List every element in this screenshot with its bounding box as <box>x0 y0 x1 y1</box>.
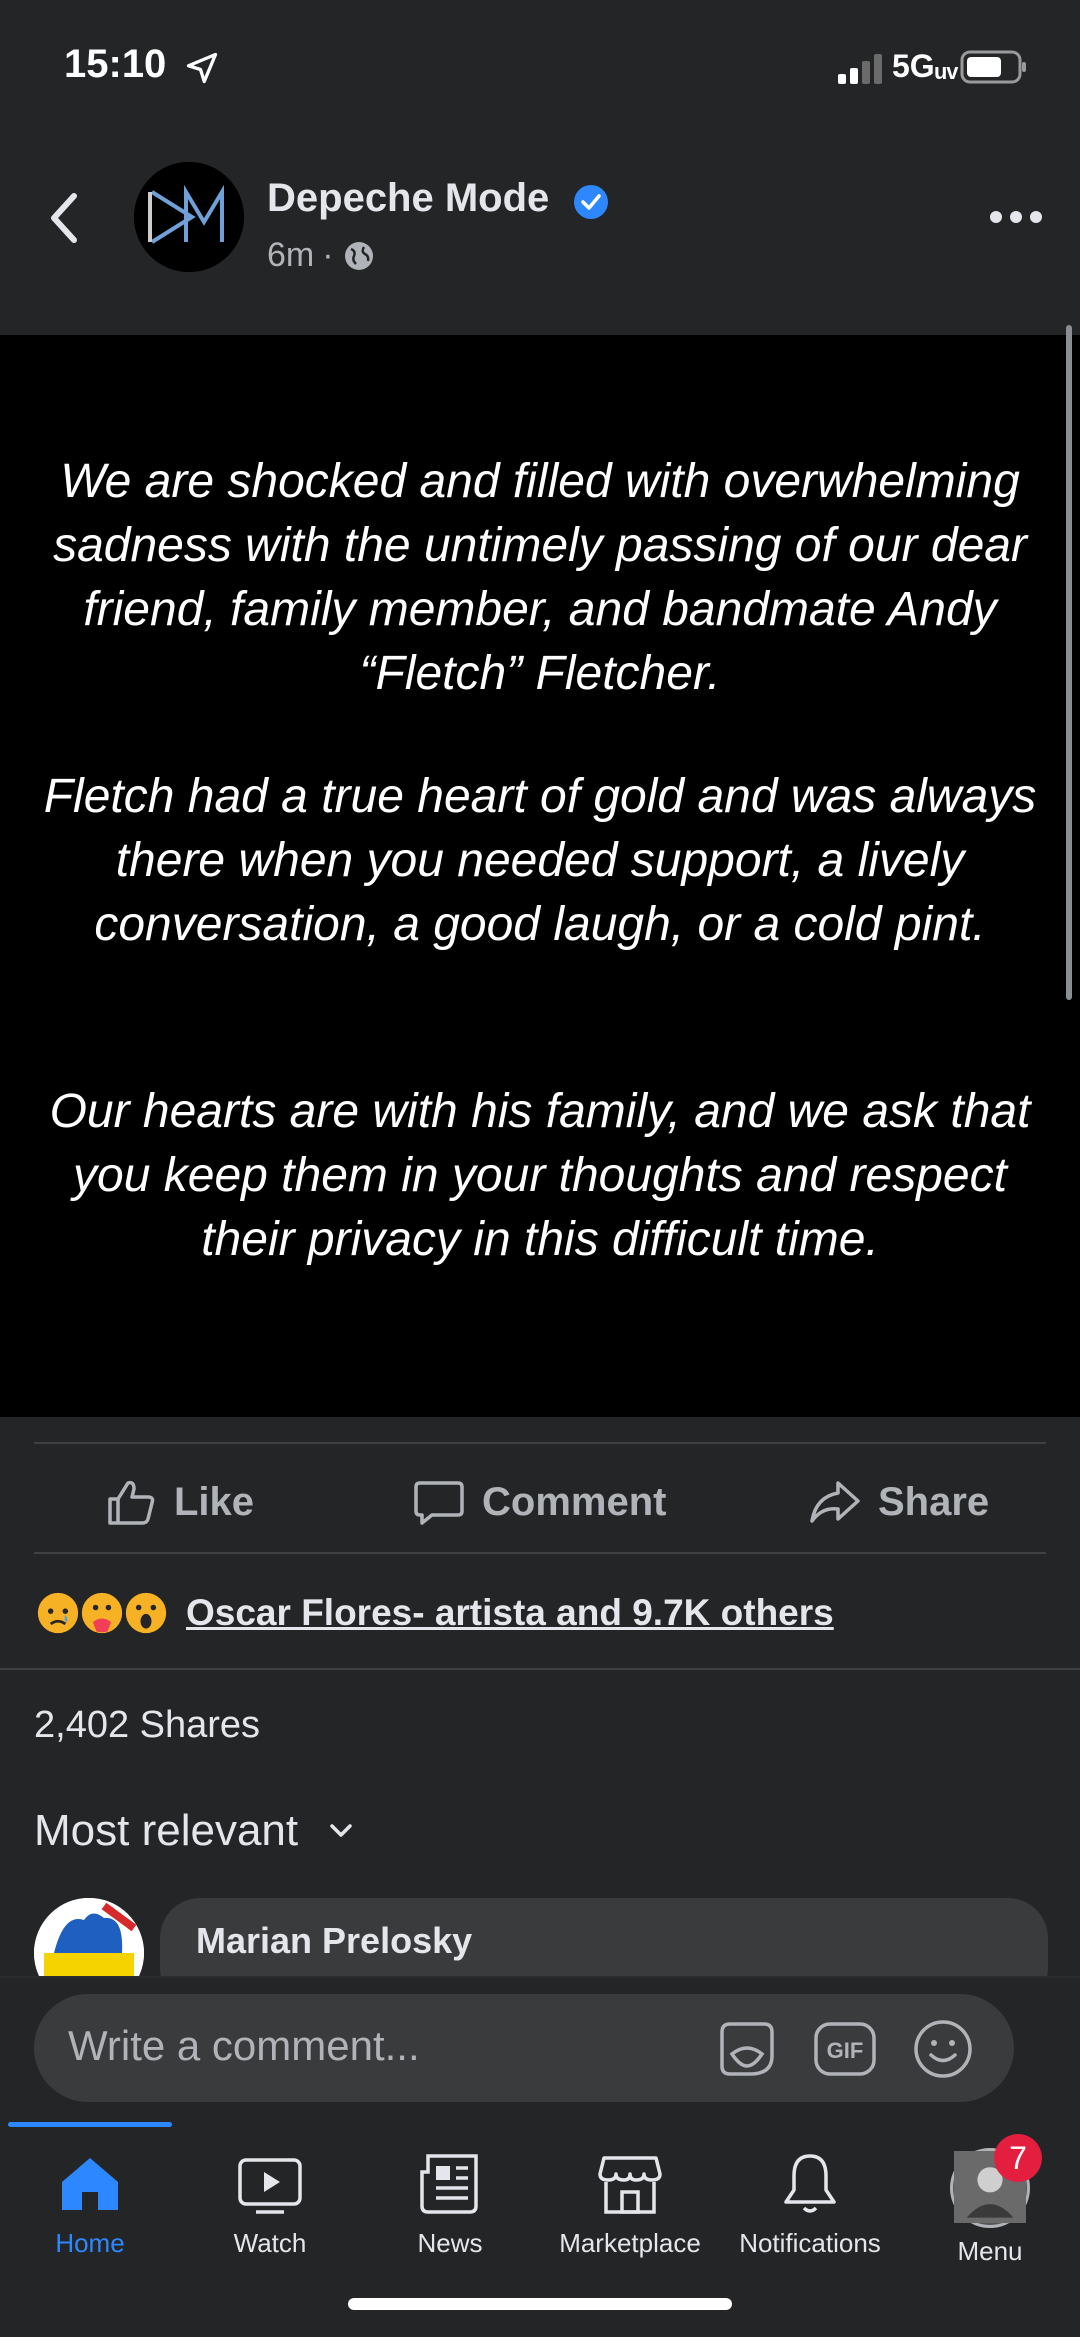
tab-label: News <box>417 2228 483 2258</box>
post-paragraph-3: Our hearts are with his family, and we a… <box>49 1085 1031 1266</box>
status-bar: 15:10 5Gᵤᵥ <box>0 0 1080 130</box>
tab-marketplace[interactable]: Marketplace <box>540 2148 720 2259</box>
marketplace-store-icon <box>598 2156 662 2214</box>
reactions-text[interactable]: Oscar Flores- artista and 9.7K others <box>186 1592 834 1634</box>
gif-icon[interactable]: GIF <box>812 2016 878 2082</box>
globe-icon <box>344 241 373 270</box>
post-image[interactable]: We are shocked and filled with overwhelm… <box>0 335 1080 1417</box>
home-indicator <box>348 2298 732 2310</box>
post-paragraph-2: Fletch had a true heart of gold and was … <box>43 770 1037 951</box>
reactions-summary[interactable]: Oscar Flores- artista and 9.7K others <box>34 1587 834 1639</box>
home-icon <box>62 2158 118 2210</box>
comment-sort-selector[interactable]: Most relevant <box>34 1806 356 1856</box>
tab-watch[interactable]: Watch <box>180 2148 360 2259</box>
like-button[interactable]: Like <box>104 1470 254 1534</box>
signal-icon <box>838 54 882 84</box>
like-label: Like <box>174 1479 255 1524</box>
post-time: 6m <box>267 236 315 274</box>
verified-badge-icon <box>574 185 608 219</box>
comment-button[interactable]: Comment <box>412 1470 666 1534</box>
gif-label: GIF <box>827 2038 864 2063</box>
thumbs-up-icon <box>108 1480 155 1525</box>
news-icon <box>420 2154 478 2214</box>
scrollbar[interactable] <box>1066 325 1072 1000</box>
status-time: 15:10 <box>64 42 167 86</box>
tab-label: Menu <box>957 2236 1023 2266</box>
divider <box>0 1668 1080 1670</box>
sad-reaction-icon <box>34 1589 82 1637</box>
more-options-icon[interactable] <box>986 202 1046 232</box>
comment-input[interactable]: Write a comment... <box>68 2022 420 2070</box>
tab-label: Watch <box>233 2228 307 2258</box>
tab-label: Notifications <box>739 2228 881 2258</box>
avatar-sticker-icon[interactable] <box>714 2016 780 2082</box>
divider <box>34 1552 1046 1554</box>
screen: 15:10 5Gᵤᵥ Depeche Mode 6m · We are shoc… <box>0 0 1080 2337</box>
comment-author[interactable]: Marian Prelosky <box>196 1920 472 1962</box>
tab-home[interactable]: Home <box>0 2148 180 2259</box>
network-type: 5Gᵤᵥ <box>892 48 959 84</box>
location-arrow-icon <box>186 52 218 84</box>
divider <box>34 1442 1046 1444</box>
active-tab-indicator <box>8 2122 172 2127</box>
tab-news[interactable]: News <box>360 2148 540 2259</box>
post-paragraph-1: We are shocked and filled with overwhelm… <box>53 455 1027 700</box>
page-avatar[interactable] <box>134 162 244 272</box>
emoji-icon[interactable] <box>910 2016 976 2082</box>
chevron-down-icon <box>330 1824 352 1837</box>
post-meta: 6m · <box>267 236 376 275</box>
page-name[interactable]: Depeche Mode <box>267 176 549 221</box>
battery-icon <box>960 50 1026 84</box>
tab-label: Home <box>55 2228 125 2258</box>
wow-reaction-icon <box>122 1589 170 1637</box>
bell-icon <box>784 2154 836 2213</box>
tab-notifications[interactable]: Notifications <box>720 2148 900 2259</box>
comment-composer[interactable]: Write a comment... GIF <box>34 1994 1014 2102</box>
shares-count[interactable]: 2,402 Shares <box>34 1704 260 1747</box>
tab-label: Marketplace <box>559 2228 701 2258</box>
comment-label: Comment <box>482 1479 667 1524</box>
share-icon <box>810 1481 860 1523</box>
care-reaction-icon <box>78 1589 126 1637</box>
tab-menu[interactable]: Menu <box>900 2148 1080 2267</box>
depeche-mode-logo-icon <box>134 162 244 272</box>
watch-video-icon <box>238 2158 302 2214</box>
back-icon[interactable] <box>44 190 84 246</box>
comment-icon <box>414 1481 464 1525</box>
meta-separator: · <box>322 236 334 274</box>
sort-label: Most relevant <box>34 1806 299 1855</box>
share-button[interactable]: Share <box>808 1470 989 1534</box>
share-label: Share <box>878 1479 990 1524</box>
notification-badge: 7 <box>994 2134 1042 2182</box>
